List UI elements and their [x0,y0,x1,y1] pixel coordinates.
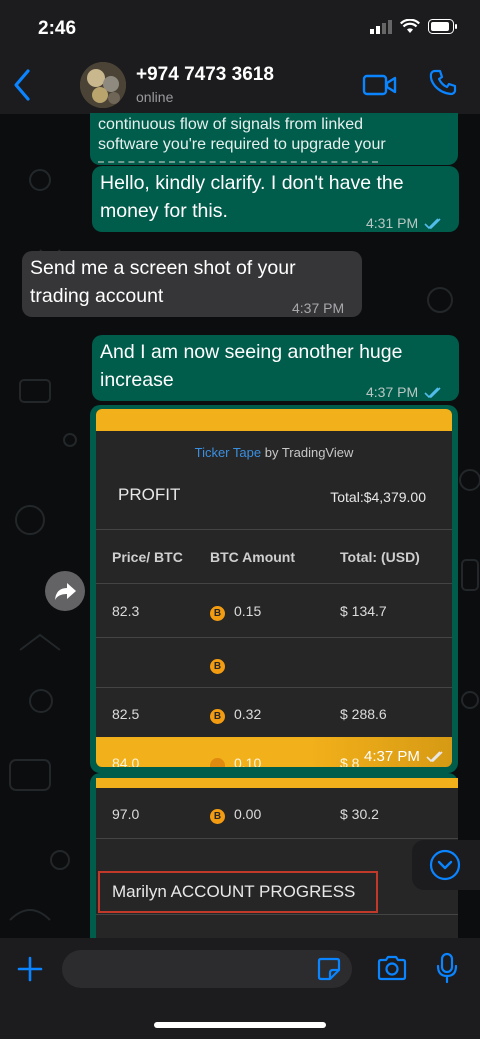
row-amount: 0.00 [234,806,262,822]
divider [96,583,452,584]
message-time: 4:37 PM [292,300,345,316]
row-price: 82.3 [112,603,140,619]
phone-call-icon[interactable] [428,68,458,98]
status-time: 2:46 [38,18,77,39]
message-text: continuous flow of signals from linked [98,116,364,133]
ticker-tape-credit: Ticker Tape by TradingView [96,445,452,460]
microphone-icon[interactable] [436,952,458,984]
ticker-tape-link[interactable]: Ticker Tape [195,445,261,460]
video-call-icon[interactable] [362,72,398,98]
chat-header: +974 7473 3618 online [0,56,480,114]
camera-icon[interactable] [376,954,408,982]
row-total: $ 134.7 [340,603,387,619]
divider [96,687,452,688]
scroll-to-bottom-button[interactable] [412,840,480,890]
message-text: money for this. [100,200,228,222]
account-progress-label: Marilyn ACCOUNT PROGRESS [112,882,356,901]
read-receipt-icon [426,751,443,763]
message-text: Send me a screen shot of your [30,257,296,279]
message-bubble-outgoing-clipped[interactable]: continuous flow of signals from linked s… [90,113,458,165]
divider [96,838,458,839]
avatar-image [80,62,126,108]
message-input[interactable] [62,950,352,988]
divider [96,914,458,915]
message-text: increase [100,369,174,391]
message-time: 4:37 PM [364,748,420,765]
message-input-bar [0,938,480,1039]
divider [96,529,452,530]
message-meta: 4:31 PM [366,209,444,237]
read-receipt-icon [424,387,441,399]
forward-arrow-icon [55,583,76,600]
message-text: And I am now seeing another huge [100,341,403,363]
message-meta: 4:37 PM [366,378,444,406]
row-amount: 0.10 [234,755,262,767]
account-progress-box: Marilyn ACCOUNT PROGRESS [98,871,378,913]
message-text: trading account [30,285,164,307]
home-indicator [154,1022,326,1028]
status-icons [370,19,458,34]
image-meta: 4:37 PM [364,748,446,765]
plus-icon[interactable] [16,955,44,983]
divider [96,637,452,638]
message-bubble-incoming[interactable]: Send me a screen shot of your trading ac… [22,251,362,317]
row-total: $ 30.2 [340,806,379,822]
message-bubble-outgoing[interactable]: And I am now seeing another huge increas… [92,335,459,401]
screenshot-top-bar [96,778,458,788]
contact-avatar[interactable] [80,62,126,108]
column-header: BTC Amount [210,549,296,565]
ticker-by-text: by TradingView [264,445,354,460]
row-price: 97.0 [112,806,140,822]
status-bar: 2:46 [0,0,480,56]
trading-screenshot-image[interactable]: Ticker Tape by TradingView PROFIT Total:… [96,409,452,767]
message-time: 4:31 PM [366,215,419,231]
column-header: Total: (USD) [340,549,420,565]
battery-icon [428,19,457,34]
contact-status: online [136,89,174,105]
message-time: 4:37 PM [366,384,419,400]
profit-total: Total:$4,379.00 [330,489,426,505]
read-receipt-icon [424,218,441,230]
row-price: 84.0 [112,755,140,767]
contact-name[interactable]: +974 7473 3618 [136,64,274,86]
column-header: Price/ BTC [112,549,183,565]
row-amount: 0.15 [234,603,262,619]
message-text: software you're required to upgrade your [98,136,386,153]
message-bubble-outgoing[interactable]: Hello, kindly clarify. I don't have the … [92,166,459,232]
sticker-icon[interactable] [316,956,342,982]
bitcoin-icon: B [210,656,225,674]
bitcoin-icon: B [210,806,225,824]
wifi-icon [400,19,420,33]
account-screenshot-image[interactable]: 97.0 B 0.00 $ 30.2 Marilyn ACCOUNT PROGR… [96,778,458,940]
back-chevron-icon[interactable] [10,66,34,104]
row-price: 82.5 [112,706,140,722]
row-amount: 0.32 [234,706,262,722]
message-text: Hello, kindly clarify. I don't have the [100,172,404,194]
cellular-signal-icon [370,19,392,34]
row-total: $ 288.6 [340,706,387,722]
bitcoin-icon: B [210,603,225,621]
chevron-down-icon [429,849,461,881]
screenshot-top-bar [96,409,452,431]
bitcoin-icon: B [210,706,225,724]
profit-label: PROFIT [118,485,181,504]
forward-button[interactable] [45,571,85,611]
row-total: $ 8 [340,755,360,767]
bitcoin-icon: B [210,755,225,767]
message-text-partial [98,156,388,165]
image-message-bubble[interactable]: Ticker Tape by TradingView PROFIT Total:… [90,405,458,773]
